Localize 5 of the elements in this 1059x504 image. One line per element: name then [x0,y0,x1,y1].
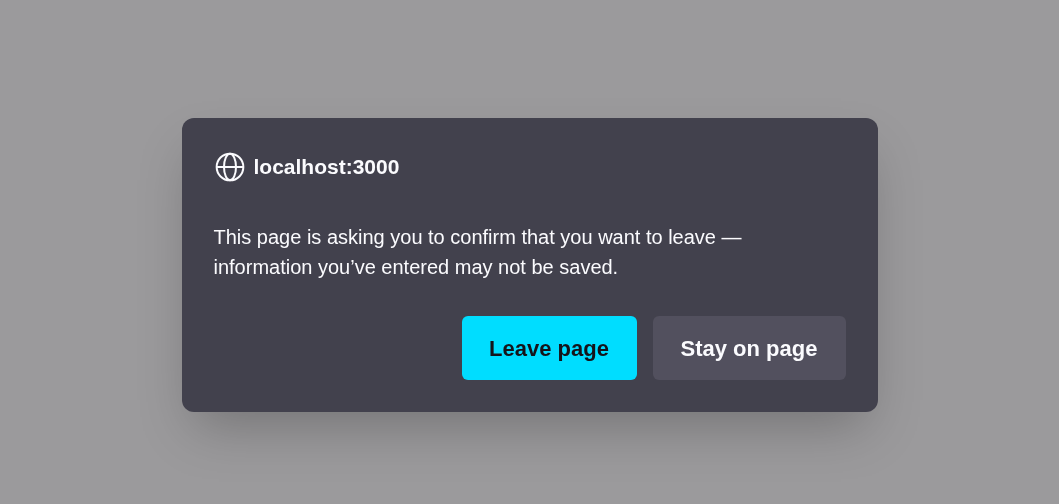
dialog-message: This page is asking you to confirm that you want to leave — information you’ve entered may not be saved. [213,225,743,280]
leave-button[interactable]: Leave page [461,316,637,380]
globe-icon [213,151,246,183]
stay-button[interactable]: Stay on page [652,316,846,380]
dialog-title: localhost:3000 [253,154,400,181]
